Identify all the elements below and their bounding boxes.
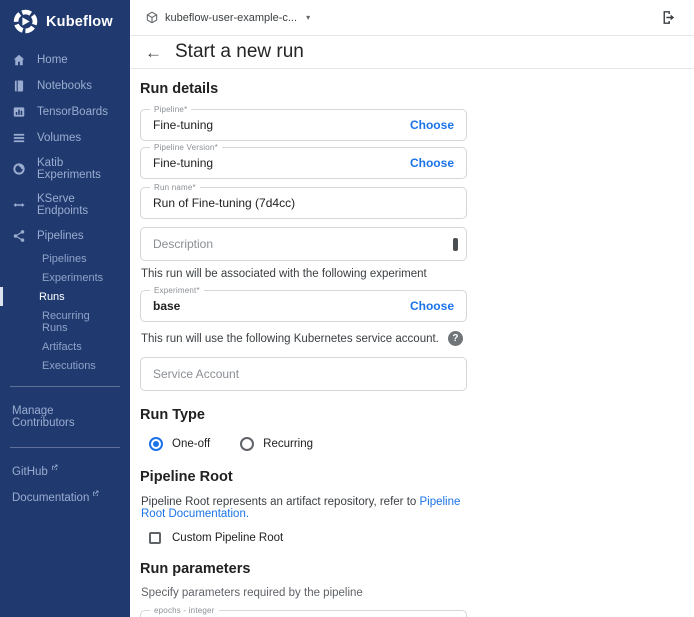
run-parameters-subtext: Specify parameters required by the pipel… bbox=[141, 587, 467, 599]
service-account-input[interactable] bbox=[153, 367, 454, 381]
sidebar-divider bbox=[10, 447, 120, 448]
pipeline-root-text: Pipeline Root represents an artifact rep… bbox=[141, 496, 467, 520]
kubeflow-logo-icon bbox=[13, 9, 38, 34]
run-type-heading: Run Type bbox=[140, 407, 467, 423]
run-details-heading: Run details bbox=[140, 81, 694, 97]
sidebar-item-label: KServe Endpoints bbox=[37, 193, 118, 217]
radio-one-off[interactable]: One-off bbox=[149, 437, 210, 451]
epochs-field-label: epochs - integer bbox=[150, 606, 219, 615]
pipeline-input[interactable] bbox=[153, 118, 400, 132]
experiment-note: This run will be associated with the fol… bbox=[141, 268, 467, 280]
pipeline-version-choose-button[interactable]: Choose bbox=[410, 156, 454, 170]
external-link-icon bbox=[92, 490, 99, 497]
sidebar-item-volumes[interactable]: Volumes bbox=[0, 125, 130, 151]
run-name-input[interactable] bbox=[153, 196, 454, 210]
sidebar-item-kserve-endpoints[interactable]: KServe Endpoints bbox=[0, 187, 130, 223]
documentation-label: Documentation bbox=[12, 492, 89, 504]
pipeline-choose-button[interactable]: Choose bbox=[410, 118, 454, 132]
topbar: kubeflow-user-example-c... ▾ bbox=[130, 0, 694, 36]
tensorboards-icon bbox=[12, 105, 26, 119]
epochs-field: epochs - integer bbox=[140, 610, 467, 617]
pipeline-root-heading: Pipeline Root bbox=[140, 469, 467, 485]
run-parameters-heading: Run parameters bbox=[140, 561, 467, 577]
pipeline-version-field-label: Pipeline Version* bbox=[150, 143, 222, 152]
resize-handle-icon[interactable] bbox=[453, 238, 458, 251]
sidebar-subitem-runs[interactable]: Runs bbox=[0, 287, 130, 306]
sidebar-item-label: Katib Experiments bbox=[37, 157, 118, 181]
checkbox-label: Custom Pipeline Root bbox=[172, 532, 283, 544]
radio-label: One-off bbox=[172, 438, 210, 450]
pipeline-field: Pipeline* Choose bbox=[140, 109, 467, 141]
main-area: kubeflow-user-example-c... ▾ ← Start a n… bbox=[130, 0, 694, 617]
sidebar-item-label: TensorBoards bbox=[37, 106, 108, 118]
home-icon bbox=[12, 53, 26, 67]
chevron-down-icon: ▾ bbox=[306, 13, 310, 22]
run-name-field: Run name* bbox=[140, 187, 467, 219]
page-title: Start a new run bbox=[175, 41, 304, 63]
run-type-options: One-off Recurring bbox=[149, 437, 467, 451]
github-label: GitHub bbox=[12, 466, 48, 478]
experiment-input[interactable] bbox=[153, 299, 400, 313]
sidebar-subitem-experiments[interactable]: Experiments bbox=[0, 268, 130, 287]
sidebar-item-label: Pipelines bbox=[37, 230, 84, 242]
pipeline-version-input[interactable] bbox=[153, 156, 400, 170]
sidebar-item-manage-contributors[interactable]: Manage Contributors bbox=[0, 398, 130, 436]
back-arrow-icon[interactable]: ← bbox=[145, 44, 162, 61]
namespace-selector[interactable]: kubeflow-user-example-c... ▾ bbox=[145, 11, 310, 25]
sidebar-subitem-pipelines[interactable]: Pipelines bbox=[0, 249, 130, 268]
pipeline-field-label: Pipeline* bbox=[150, 105, 191, 114]
notebooks-icon bbox=[12, 79, 26, 93]
pipelines-icon bbox=[12, 229, 26, 243]
sidebar-item-documentation[interactable]: Documentation bbox=[0, 485, 130, 511]
volumes-icon bbox=[12, 131, 26, 145]
radio-icon[interactable] bbox=[149, 437, 163, 451]
description-input[interactable] bbox=[153, 237, 454, 251]
service-account-field bbox=[140, 357, 467, 391]
sidebar-item-home[interactable]: Home bbox=[0, 47, 130, 73]
help-icon[interactable]: ? bbox=[448, 331, 463, 346]
kubeflow-brand[interactable]: Kubeflow bbox=[0, 0, 130, 43]
brand-name: Kubeflow bbox=[46, 14, 113, 30]
run-name-field-label: Run name* bbox=[150, 183, 200, 192]
service-account-note-row: This run will use the following Kubernet… bbox=[141, 331, 467, 346]
external-link-icon bbox=[51, 464, 58, 471]
sidebar-item-tensorboards[interactable]: TensorBoards bbox=[0, 99, 130, 125]
description-field bbox=[140, 227, 467, 261]
experiment-field: Experiment* Choose bbox=[140, 290, 467, 322]
kserve-icon bbox=[12, 198, 26, 212]
sidebar: Kubeflow Home Notebooks TensorBoards Vol… bbox=[0, 0, 130, 617]
radio-icon[interactable] bbox=[240, 437, 254, 451]
katib-icon bbox=[12, 162, 26, 176]
manage-contributors-label: Manage Contributors bbox=[12, 405, 118, 429]
service-account-note: This run will use the following Kubernet… bbox=[141, 333, 439, 345]
sidebar-item-notebooks[interactable]: Notebooks bbox=[0, 73, 130, 99]
sidebar-nav: Home Notebooks TensorBoards Volumes Kati… bbox=[0, 47, 130, 375]
page-header: ← Start a new run bbox=[130, 36, 694, 69]
sidebar-item-label: Notebooks bbox=[37, 80, 92, 92]
logout-icon bbox=[660, 9, 677, 26]
sidebar-subitem-executions[interactable]: Executions bbox=[0, 356, 130, 375]
radio-label: Recurring bbox=[263, 438, 313, 450]
sidebar-item-label: Home bbox=[37, 54, 68, 66]
experiment-choose-button[interactable]: Choose bbox=[410, 299, 454, 313]
experiment-field-label: Experiment* bbox=[150, 286, 204, 295]
namespace-value: kubeflow-user-example-c... bbox=[165, 12, 297, 24]
page-content: Run details Pipeline* Choose Pipeline Ve… bbox=[130, 69, 694, 617]
pipeline-root-text-before: Pipeline Root represents an artifact rep… bbox=[141, 496, 419, 508]
checkbox-icon[interactable] bbox=[149, 532, 161, 544]
sidebar-divider bbox=[10, 386, 120, 387]
sidebar-subitem-artifacts[interactable]: Artifacts bbox=[0, 337, 130, 356]
sidebar-item-pipelines[interactable]: Pipelines bbox=[0, 223, 130, 249]
namespace-cube-icon bbox=[145, 11, 159, 25]
sidebar-item-github[interactable]: GitHub bbox=[0, 459, 130, 485]
sidebar-subitem-recurring-runs[interactable]: Recurring Runs bbox=[0, 306, 130, 337]
sidebar-item-label: Volumes bbox=[37, 132, 81, 144]
sidebar-item-katib-experiments[interactable]: Katib Experiments bbox=[0, 151, 130, 187]
radio-recurring[interactable]: Recurring bbox=[240, 437, 313, 451]
pipeline-version-field: Pipeline Version* Choose bbox=[140, 147, 467, 179]
custom-pipeline-root-option[interactable]: Custom Pipeline Root bbox=[149, 532, 467, 544]
logout-button[interactable] bbox=[660, 9, 677, 26]
